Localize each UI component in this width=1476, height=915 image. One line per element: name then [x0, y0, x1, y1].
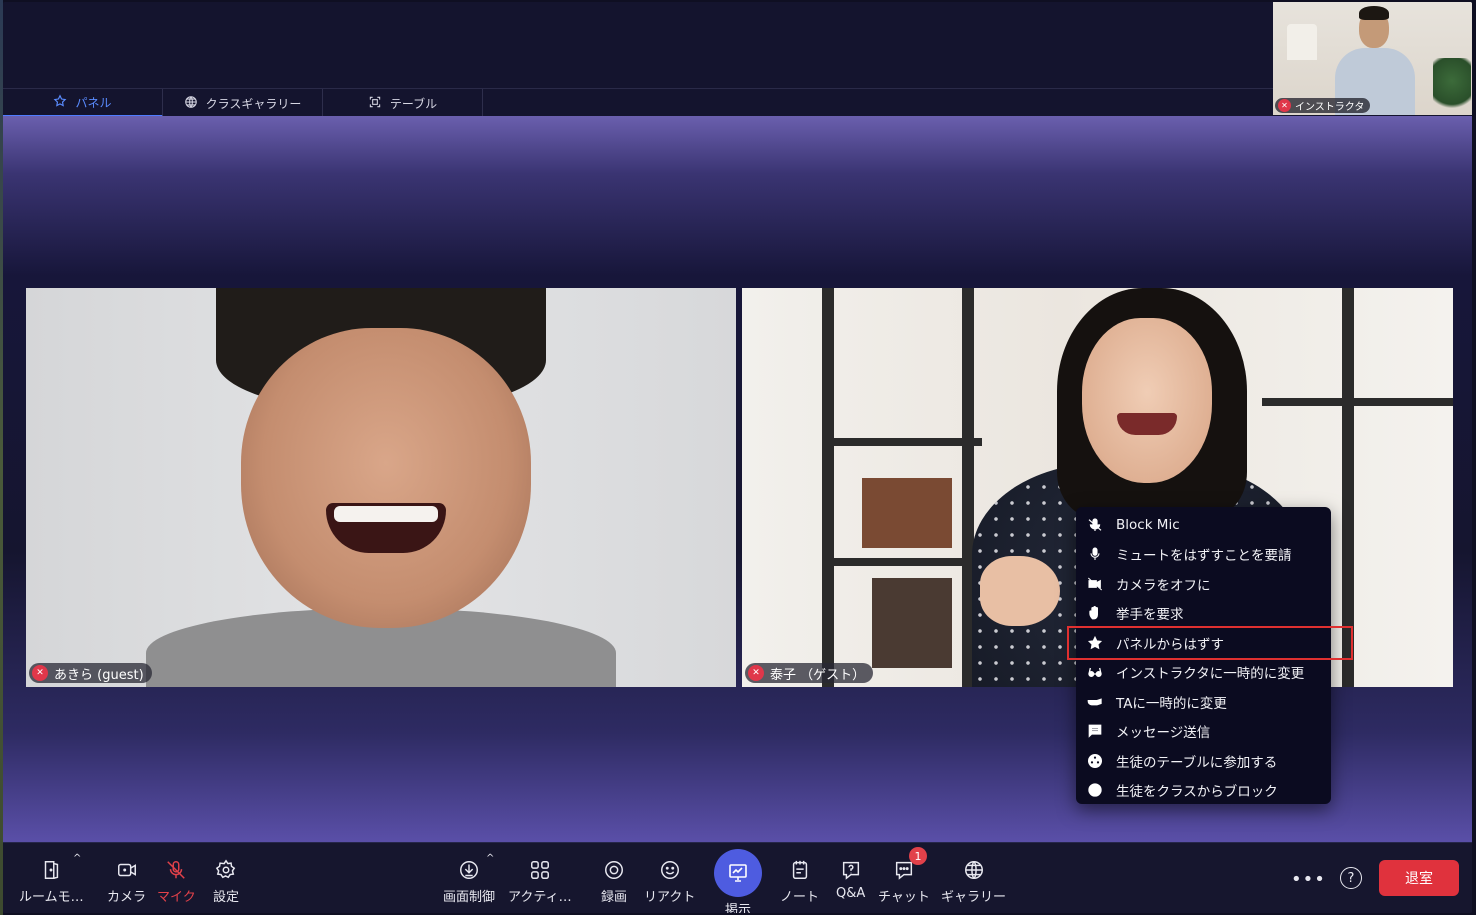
tab-table[interactable]: テーブル	[323, 89, 483, 117]
menu-item-camera-off[interactable]: カメラをオフに	[1076, 569, 1331, 599]
react-button[interactable]: リアクト	[644, 855, 695, 905]
participant-nametag: ✕ あきら (guest)	[29, 663, 152, 683]
globe-icon	[963, 855, 985, 881]
top-bar	[3, 2, 1472, 88]
instructor-name: インストラクタ	[1295, 102, 1365, 113]
mic-muted-icon: ✕	[1278, 99, 1291, 112]
table-icon	[1086, 752, 1104, 770]
participant-name: あきら (guest)	[54, 667, 144, 683]
room-mode-button[interactable]: ^ ルームモ…	[19, 853, 84, 905]
camera-icon	[116, 855, 138, 881]
activities-icon	[529, 855, 551, 881]
help-button[interactable]: ?	[1340, 867, 1362, 889]
hand-icon	[1086, 604, 1104, 622]
activities-button[interactable]: アクティ…	[508, 855, 572, 905]
view-tabs: パネル クラスギャラリー テーブル	[3, 88, 1472, 117]
present-button[interactable]: 掲示	[714, 849, 762, 913]
door-icon	[40, 855, 62, 881]
block-mic-icon	[1086, 516, 1104, 534]
menu-item-block-mic[interactable]: Block Mic	[1076, 510, 1331, 540]
question-bubble-icon	[840, 855, 862, 881]
gallery-button[interactable]: ギャラリー	[941, 855, 1006, 905]
tab-label: クラスギャラリー	[205, 96, 302, 111]
menu-item-make-ta[interactable]: TAに一時的に変更	[1076, 687, 1331, 717]
more-options-button[interactable]: •••	[1291, 869, 1326, 890]
camera-button[interactable]: カメラ	[107, 855, 146, 905]
tab-label: テーブル	[389, 96, 438, 111]
mic-muted-icon: ✕	[748, 665, 764, 681]
record-icon	[603, 855, 625, 881]
gear-icon	[215, 855, 237, 881]
download-icon	[458, 855, 480, 881]
instructor-video[interactable]: ✕ インストラクタ	[1273, 2, 1472, 115]
message-icon	[1086, 722, 1104, 740]
record-button[interactable]: 録画	[601, 855, 627, 905]
globe-icon	[184, 95, 198, 112]
menu-item-request-raise-hand[interactable]: 挙手を要求	[1076, 599, 1331, 629]
screen-control-button[interactable]: ^ 画面制御	[443, 853, 495, 905]
tab-label: パネル	[75, 95, 112, 110]
mic-off-icon	[165, 855, 187, 881]
menu-item-block-student[interactable]: 生徒をクラスからブロック	[1076, 776, 1331, 806]
notes-button[interactable]: ノート	[780, 855, 819, 905]
qa-button[interactable]: Q&A	[836, 855, 865, 901]
expand-icon	[368, 95, 382, 112]
notes-icon	[789, 855, 811, 881]
tab-panel[interactable]: パネル	[3, 89, 163, 117]
menu-item-remove-from-panel[interactable]: パネルからはずす	[1067, 626, 1353, 660]
menu-item-send-message[interactable]: メッセージ送信	[1076, 717, 1331, 747]
mic-muted-icon: ✕	[32, 665, 48, 681]
participant-nametag: ✕ 泰子 （ゲスト）	[745, 663, 874, 683]
whistle-icon	[1086, 693, 1104, 711]
menu-item-join-table[interactable]: 生徒のテーブルに参加する	[1076, 746, 1331, 776]
participant-video-akira[interactable]: ✕ あきら (guest)	[26, 288, 736, 687]
block-icon	[1086, 781, 1104, 799]
camera-off-icon	[1086, 575, 1104, 593]
leave-room-button[interactable]: 退室	[1379, 860, 1459, 896]
chat-unread-badge: 1	[909, 847, 927, 865]
instructor-nametag: ✕ インストラクタ	[1275, 98, 1371, 113]
menu-item-make-instructor[interactable]: インストラクタに一時的に変更	[1076, 658, 1331, 688]
chevron-up-icon[interactable]: ^	[486, 853, 494, 864]
chevron-up-icon[interactable]: ^	[73, 853, 81, 864]
participant-name: 泰子 （ゲスト）	[770, 667, 866, 683]
star-icon	[53, 93, 67, 111]
menu-item-request-unmute[interactable]: ミュートをはずすことを要請	[1076, 540, 1331, 570]
tab-class-gallery[interactable]: クラスギャラリー	[163, 89, 323, 117]
present-icon	[714, 849, 762, 897]
star-icon	[1086, 634, 1104, 652]
participant-context-menu: Block Mic ミュートをはずすことを要請 カメラをオフに 挙手を要求 パネ…	[1067, 507, 1353, 806]
glasses-icon	[1086, 663, 1104, 681]
mic-button[interactable]: マイク	[157, 855, 196, 905]
mic-icon	[1086, 545, 1104, 563]
bottom-toolbar: ^ ルームモ… カメラ マイク 設定 ^ 画面制御 アクティ… 録画 リアクト …	[3, 842, 1472, 913]
smile-icon	[659, 855, 681, 881]
app-window: パネル クラスギャラリー テーブル ✕ インストラクタ ✕ あきら (guest…	[3, 2, 1472, 913]
settings-button[interactable]: 設定	[213, 855, 239, 905]
